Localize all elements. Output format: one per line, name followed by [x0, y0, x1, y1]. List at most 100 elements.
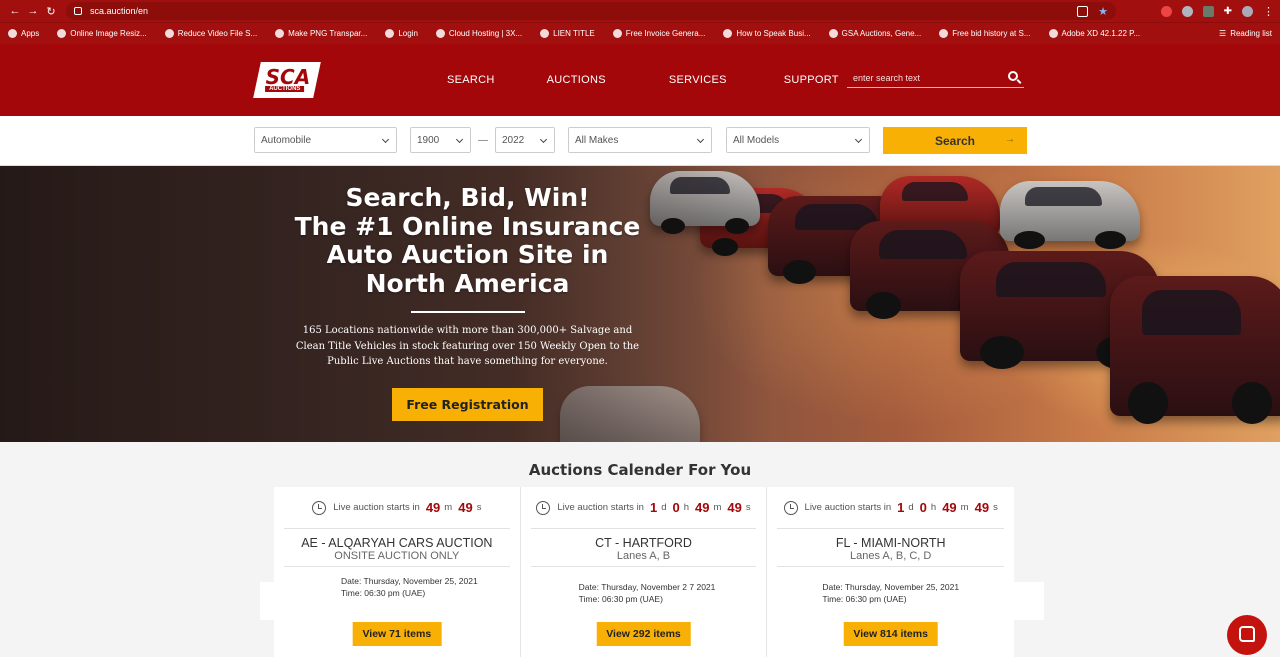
auction-name[interactable]: AE - ALQARYAH CARS AUCTION — [274, 536, 520, 550]
bookmark-item[interactable]: How to Speak Busi... — [723, 29, 811, 38]
main-nav: SEARCH AUCTIONS SERVICES SUPPORT — [447, 74, 839, 86]
favicon-icon — [828, 29, 838, 38]
bookmark-item[interactable]: Adobe XD 42.1.22 P... — [1048, 29, 1140, 38]
auction-datetime: Date: Thursday, November 25, 2021 Time: 0… — [274, 575, 520, 599]
view-items-button[interactable]: View 71 items — [352, 622, 442, 646]
year-to-select[interactable]: 2022 — [495, 127, 555, 153]
menu-icon[interactable]: ⋮ — [1263, 5, 1274, 18]
bookmark-label: LIEN TITLE — [553, 29, 595, 38]
bookmark-label: Login — [398, 29, 418, 38]
chevron-down-icon — [455, 135, 464, 144]
models-select[interactable]: All Models — [726, 127, 870, 153]
site-search — [847, 68, 1024, 88]
countdown-value: 49 — [425, 500, 441, 515]
reload-icon[interactable]: ↻ — [42, 5, 60, 18]
profile-avatar[interactable] — [1242, 5, 1253, 17]
auction-lanes: Lanes A, B — [616, 550, 671, 562]
bookmark-item[interactable]: Free bid history at S... — [939, 29, 1031, 38]
divider — [530, 566, 757, 567]
category-select[interactable]: Automobile — [254, 127, 397, 153]
forward-icon[interactable]: → — [24, 5, 42, 17]
countdown-unit: s — [993, 502, 998, 513]
countdown-value: 49 — [695, 500, 710, 515]
free-registration-button[interactable]: Free Registration — [392, 388, 543, 421]
bookmark-item[interactable]: Online Image Resiz... — [57, 29, 147, 38]
auction-datetime: Date: Thursday, November 25, 2021 Time: 0… — [767, 581, 1014, 605]
nav-search[interactable]: SEARCH — [447, 74, 495, 86]
bookmark-item[interactable]: Free Invoice Genera... — [612, 29, 706, 38]
favicon-icon — [275, 29, 285, 38]
bookmark-label: Reduce Video File S... — [177, 29, 258, 38]
makes-select[interactable]: All Makes — [568, 127, 712, 153]
chevron-down-icon — [539, 135, 548, 144]
favicon-icon — [385, 29, 395, 38]
auction-datetime: Date: Thursday, November 2 7 2021 Time: 0… — [521, 581, 767, 605]
logo-subtext: AUCTIONS — [265, 86, 305, 92]
countdown-unit: m — [713, 502, 722, 513]
search-button[interactable]: Search → — [883, 127, 1027, 154]
star-icon[interactable]: ★ — [1098, 5, 1108, 18]
search-icon[interactable] — [1008, 71, 1018, 81]
bookmark-label: Free Invoice Genera... — [625, 29, 706, 38]
lock-icon — [74, 7, 82, 15]
nav-support[interactable]: SUPPORT — [784, 74, 839, 86]
back-icon[interactable]: ← — [6, 5, 24, 17]
countdown-unit: m — [960, 502, 969, 513]
favicon-icon — [939, 29, 949, 38]
auction-name[interactable]: FL - MIAMI-NORTH — [767, 536, 1014, 550]
countdown-value: 49 — [974, 500, 990, 515]
countdown-unit: m — [444, 502, 453, 513]
countdown-value: 0 — [672, 500, 680, 515]
address-bar[interactable]: sca.auction/en ★ — [66, 2, 1116, 20]
clock-icon — [783, 500, 798, 515]
auction-name[interactable]: CT - HARTFORD — [521, 536, 767, 550]
countdown-timer: Live auction starts in 49 m 49 s — [284, 487, 510, 529]
bookmark-item[interactable]: Login — [385, 29, 418, 38]
bookmark-label: GSA Auctions, Gene... — [841, 29, 922, 38]
bookmark-item[interactable]: GSA Auctions, Gene... — [828, 29, 922, 38]
extensions-area: ✚ ⋮ — [1160, 5, 1274, 18]
bookmark-item[interactable]: Make PNG Transpar... — [275, 29, 367, 38]
auction-card: Live auction starts in 1 d 0 h 49 m 49 s FL - MIA… — [767, 487, 1014, 657]
extension-icon[interactable] — [1202, 5, 1214, 17]
sca-logo[interactable]: SCA AUCTIONS — [253, 62, 321, 98]
chevron-down-icon — [696, 135, 705, 144]
auction-lanes: Lanes A, B, C, D — [850, 550, 932, 562]
bookmark-label: Free bid history at S... — [952, 29, 1031, 38]
auction-time: Time: 06:30 pm (UAE) — [578, 594, 663, 604]
year-from-select[interactable]: 1900 — [410, 127, 471, 153]
logo-text: SCA — [265, 65, 310, 89]
chat-button[interactable] — [1227, 615, 1267, 655]
bookmark-item[interactable]: Reduce Video File S... — [164, 29, 258, 38]
arrow-right-icon: → — [1005, 134, 1015, 145]
countdown-prefix: Live auction starts in — [333, 502, 420, 513]
countdown-unit: d — [661, 502, 667, 513]
chat-icon — [1239, 626, 1255, 642]
nav-services[interactable]: SERVICES — [669, 74, 727, 86]
year-from-value: 1900 — [417, 134, 440, 146]
reading-list-label: Reading list — [1230, 29, 1272, 38]
calendar-title: Auctions Calender For You — [528, 461, 752, 479]
favicon-icon — [540, 29, 550, 38]
bookmark-item[interactable]: LIEN TITLE — [540, 29, 595, 38]
extension-icon[interactable] — [1181, 5, 1193, 17]
bookmark-item[interactable]: Cloud Hosting | 3X... — [435, 29, 522, 38]
view-items-button[interactable]: View 814 items — [843, 622, 938, 646]
reading-list[interactable]: ☰ Reading list — [1219, 29, 1272, 38]
address-bar-actions: ★ — [1077, 5, 1108, 18]
favicon-icon — [435, 29, 445, 38]
site-search-input[interactable] — [847, 72, 997, 83]
bookmark-label: Apps — [21, 29, 40, 38]
countdown-unit: h — [930, 502, 937, 513]
share-icon[interactable] — [1077, 5, 1089, 17]
search-button-label: Search — [934, 133, 976, 148]
puzzle-icon[interactable]: ✚ — [1224, 6, 1232, 17]
hero-divider — [410, 311, 525, 313]
abp-extension-icon[interactable] — [1160, 5, 1172, 17]
bookmark-apps[interactable]: Apps — [8, 29, 39, 38]
view-items-button[interactable]: View 292 items — [596, 622, 691, 646]
site-header: SCA AUCTIONS SEARCH AUCTIONS SERVICES SU… — [0, 44, 1280, 116]
auction-calendar: Live auction starts in 49 m 49 s AE - ALQARYA… — [274, 487, 1014, 657]
auction-card: Live auction starts in 1 d 0 h 49 m 49 s CT - HAR… — [521, 487, 768, 657]
nav-auctions[interactable]: AUCTIONS — [547, 74, 606, 86]
